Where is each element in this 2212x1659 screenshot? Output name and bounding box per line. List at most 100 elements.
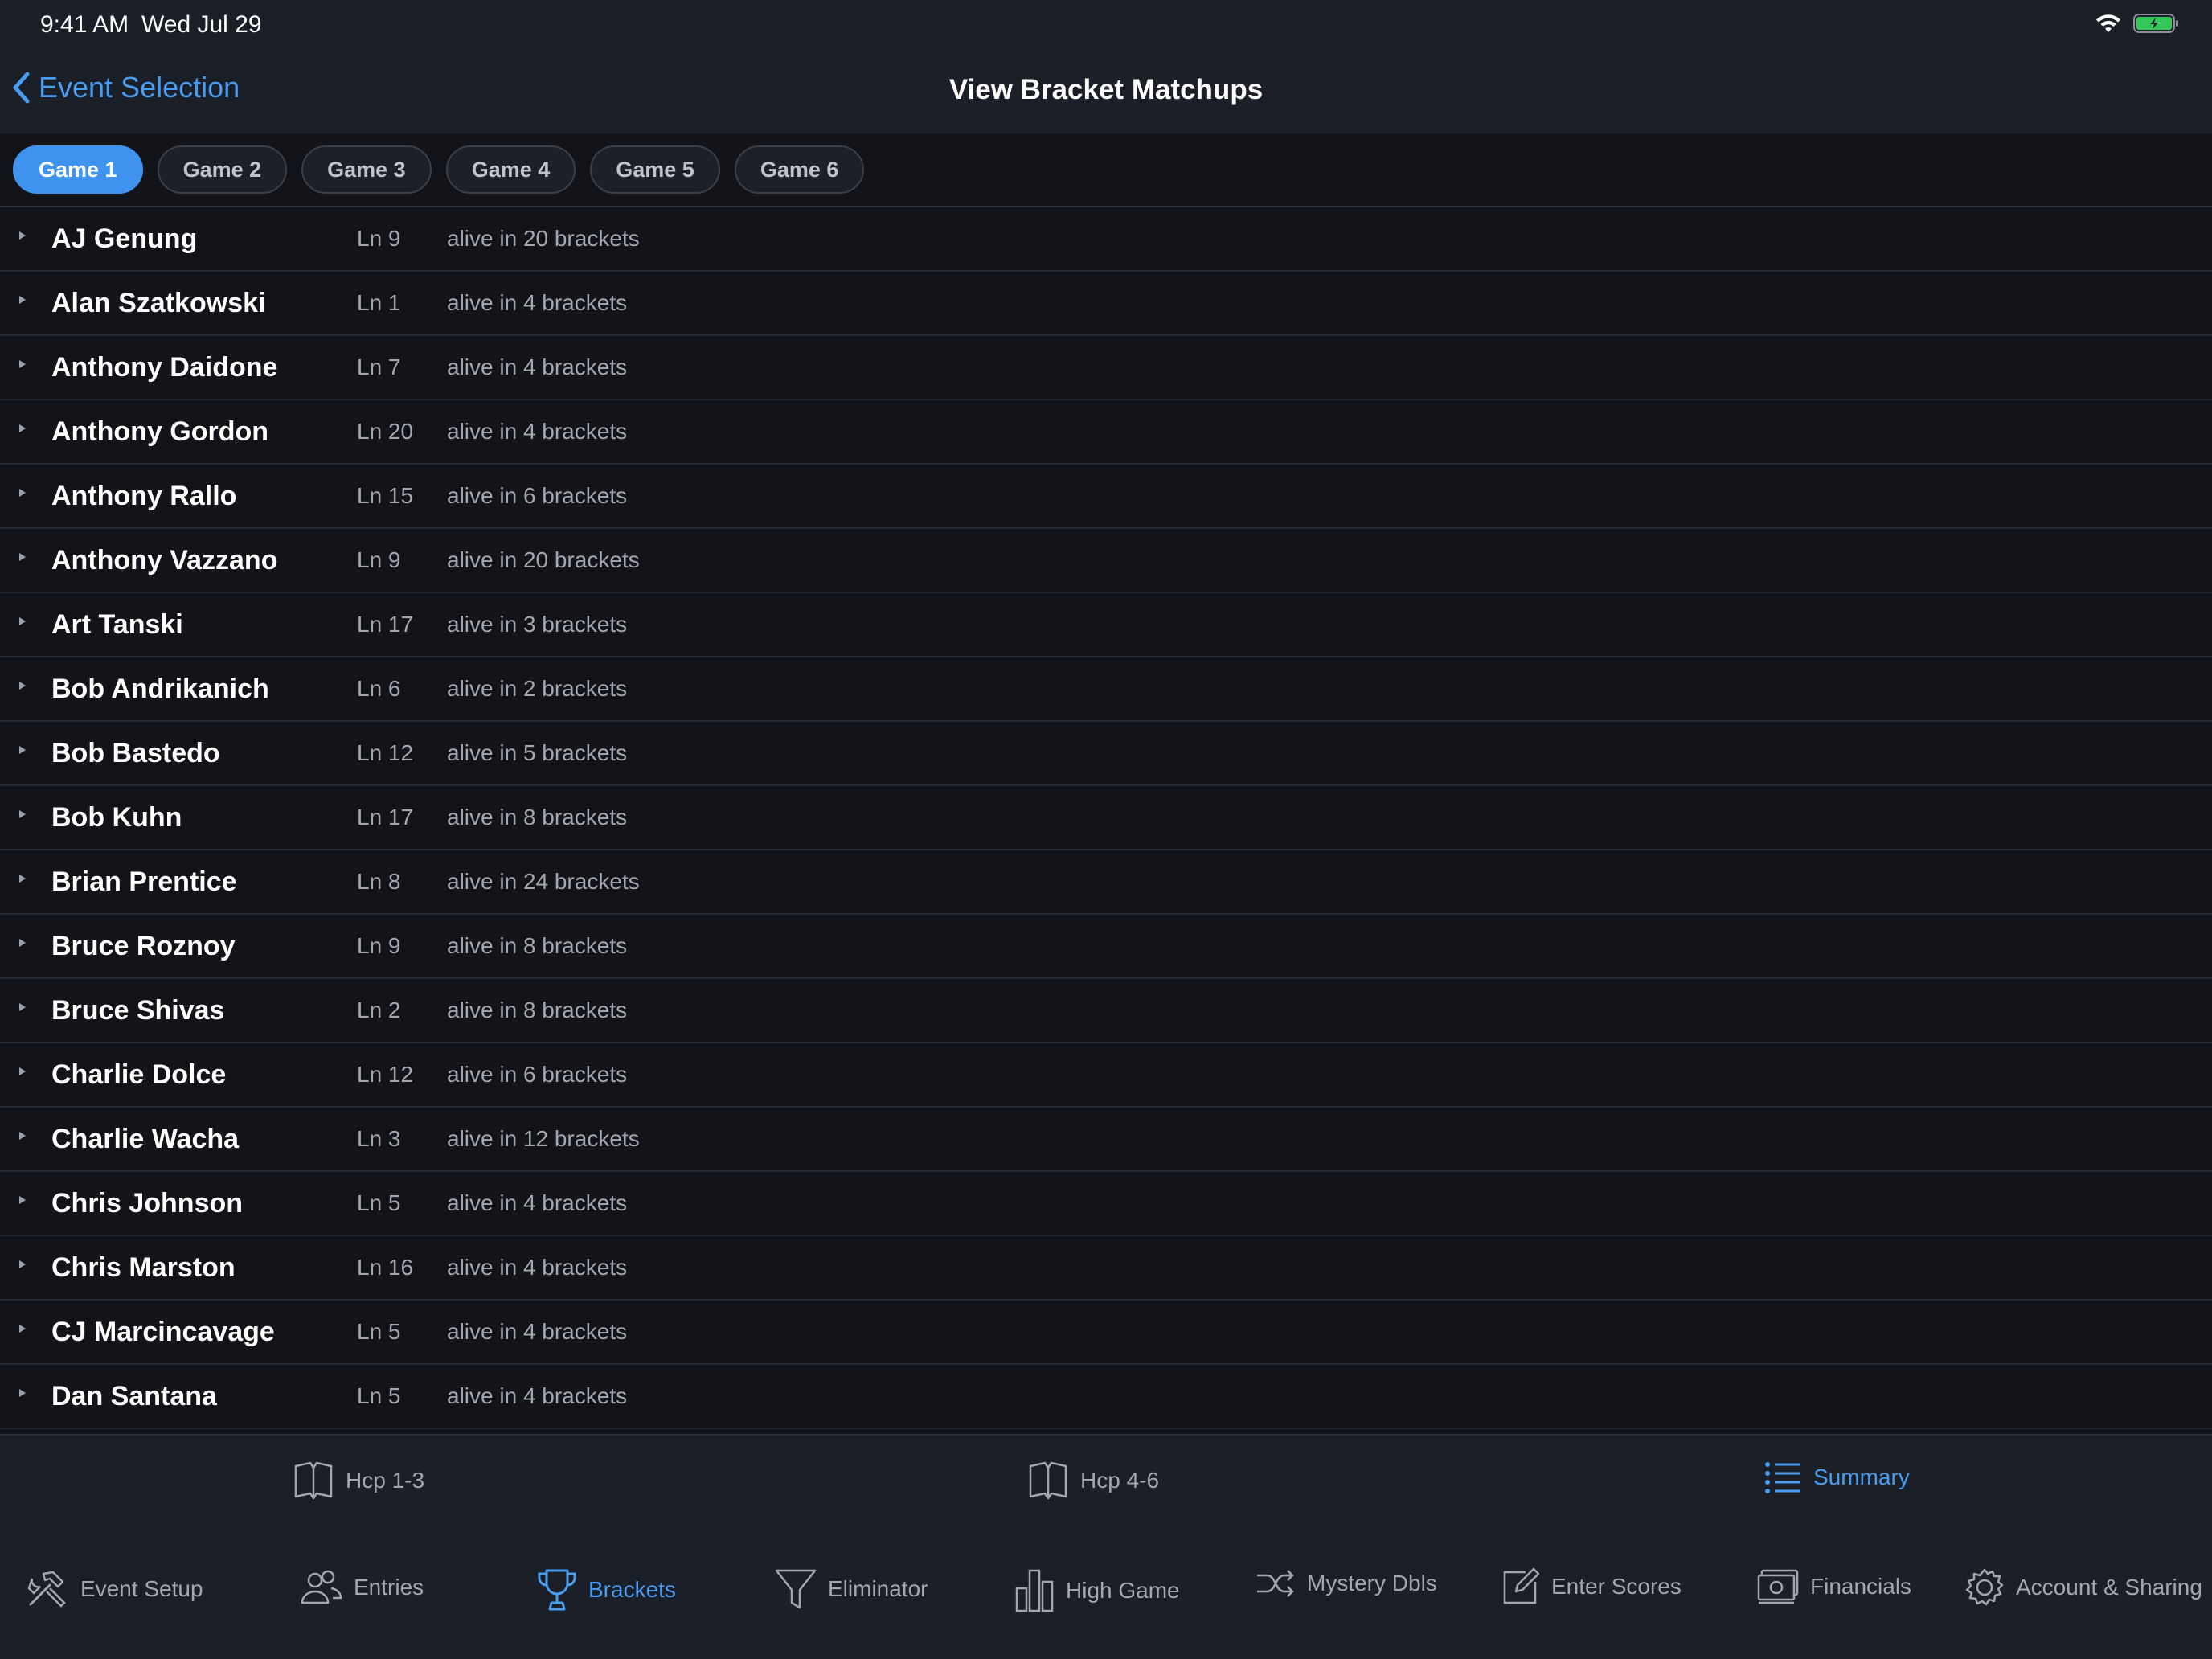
bowler-lane: Ln 3 xyxy=(357,1126,401,1151)
bowler-alive-count: alive in 6 brackets xyxy=(447,483,628,508)
bowler-list: AJ Genung Ln 9 alive in 20 brackets Alan S… xyxy=(0,207,2212,1434)
tab-entries[interactable]: Entries xyxy=(299,1567,424,1608)
bowler-alive-count: alive in 6 brackets xyxy=(447,1062,628,1087)
tab-brackets-label: Brackets xyxy=(588,1577,676,1602)
list-item[interactable]: Anthony Vazzano Ln 9 alive in 20 brackets xyxy=(0,529,2212,593)
bowler-name: Bob Andrikanich xyxy=(51,673,269,704)
list-item[interactable]: Bruce Roznoy Ln 9 alive in 8 brackets xyxy=(0,915,2212,979)
bowler-lane: Ln 16 xyxy=(357,1255,414,1280)
disclosure-triangle-icon[interactable] xyxy=(19,1389,26,1397)
disclosure-triangle-icon[interactable] xyxy=(19,1196,26,1204)
disclosure-triangle-icon[interactable] xyxy=(19,360,26,368)
bowler-alive-count: alive in 2 brackets xyxy=(447,676,628,701)
bowler-alive-count: alive in 8 brackets xyxy=(447,933,628,958)
list-item[interactable]: Chris Johnson Ln 5 alive in 4 brackets xyxy=(0,1172,2212,1236)
list-item[interactable]: Anthony Rallo Ln 15 alive in 6 brackets xyxy=(0,465,2212,529)
disclosure-triangle-icon[interactable] xyxy=(19,682,26,690)
bowler-name: Alan Szatkowski xyxy=(51,287,266,318)
list-item[interactable]: Charlie Wacha Ln 3 alive in 12 brackets xyxy=(0,1108,2212,1172)
bowler-alive-count: alive in 4 brackets xyxy=(447,354,628,379)
bowler-lane: Ln 5 xyxy=(357,1319,401,1344)
tab-game-5[interactable]: Game 5 xyxy=(590,145,720,194)
disclosure-triangle-icon[interactable] xyxy=(19,424,26,432)
bowler-name: Chris Marston xyxy=(51,1251,236,1283)
status-indicators xyxy=(2095,13,2180,34)
status-bar: 9:41 AM Wed Jul 29 xyxy=(0,0,2212,51)
bowler-lane: Ln 7 xyxy=(357,354,401,379)
bowler-alive-count: alive in 20 brackets xyxy=(447,226,640,251)
tab-financials[interactable]: Financials xyxy=(1757,1567,1911,1606)
disclosure-triangle-icon[interactable] xyxy=(19,1260,26,1268)
tab-game-6[interactable]: Game 6 xyxy=(734,145,865,194)
tab-game-1[interactable]: Game 1 xyxy=(13,145,143,194)
summary-button[interactable]: Summary xyxy=(1763,1460,1910,1495)
disclosure-triangle-icon[interactable] xyxy=(19,1003,26,1011)
bowler-lane: Ln 15 xyxy=(357,483,414,508)
bowler-lane: Ln 17 xyxy=(357,612,414,637)
book-icon xyxy=(1027,1460,1069,1501)
hcp-1-3-button[interactable]: Hcp 1-3 xyxy=(293,1460,424,1501)
bowler-lane: Ln 5 xyxy=(357,1190,401,1215)
list-item[interactable]: Charlie Dolce Ln 12 alive in 6 brackets xyxy=(0,1043,2212,1108)
disclosure-triangle-icon[interactable] xyxy=(19,553,26,561)
list-item[interactable]: AJ Genung Ln 9 alive in 20 brackets xyxy=(0,207,2212,272)
tab-brackets[interactable]: Brackets xyxy=(537,1567,676,1612)
bowler-alive-count: alive in 8 brackets xyxy=(447,997,628,1022)
disclosure-triangle-icon[interactable] xyxy=(19,939,26,947)
tab-account-sharing-label: Account & Sharing xyxy=(2016,1575,2202,1600)
disclosure-triangle-icon[interactable] xyxy=(19,231,26,240)
bowler-alive-count: alive in 24 brackets xyxy=(447,869,640,894)
bowler-alive-count: alive in 4 brackets xyxy=(447,419,628,444)
tab-mystery-dbls[interactable]: Mystery Dbls xyxy=(1256,1567,1437,1600)
disclosure-triangle-icon[interactable] xyxy=(19,617,26,625)
bowler-lane: Ln 6 xyxy=(357,676,401,701)
list-item[interactable]: CJ Marcincavage Ln 5 alive in 4 brackets xyxy=(0,1301,2212,1365)
bowler-name: Anthony Rallo xyxy=(51,480,237,511)
tab-game-2[interactable]: Game 2 xyxy=(157,145,288,194)
bowler-name: Art Tanski xyxy=(51,608,183,640)
list-item[interactable]: Dan Santana Ln 5 alive in 4 brackets xyxy=(0,1365,2212,1429)
list-item[interactable]: Art Tanski Ln 17 alive in 3 brackets xyxy=(0,593,2212,657)
tab-enter-scores[interactable]: Enter Scores xyxy=(1501,1567,1682,1606)
list-item[interactable]: Alan Szatkowski Ln 1 alive in 4 brackets xyxy=(0,272,2212,336)
disclosure-triangle-icon[interactable] xyxy=(19,1325,26,1333)
list-item[interactable]: Anthony Daidone Ln 7 alive in 4 brackets xyxy=(0,336,2212,400)
page-title: View Bracket Matchups xyxy=(948,74,1264,105)
list-item[interactable]: Bruce Shivas Ln 2 alive in 8 brackets xyxy=(0,979,2212,1043)
list-item[interactable]: Bob Kuhn Ln 17 alive in 8 brackets xyxy=(0,786,2212,850)
tab-game-3[interactable]: Game 3 xyxy=(301,145,432,194)
bowler-lane: Ln 9 xyxy=(357,933,401,958)
bowler-name: CJ Marcincavage xyxy=(51,1316,275,1347)
money-icon xyxy=(1757,1567,1799,1606)
disclosure-triangle-icon[interactable] xyxy=(19,810,26,818)
tab-eliminator[interactable]: Eliminator xyxy=(775,1567,928,1611)
list-icon xyxy=(1763,1460,1802,1495)
bowler-lane: Ln 9 xyxy=(357,226,401,251)
disclosure-triangle-icon[interactable] xyxy=(19,1067,26,1075)
main-tab-bar: Event Setup Entries Brackets Eliminator … xyxy=(0,1545,2212,1659)
shuffle-icon xyxy=(1256,1567,1296,1600)
tab-high-game[interactable]: High Game xyxy=(1014,1567,1180,1614)
hcp-4-6-label: Hcp 4-6 xyxy=(1080,1468,1160,1493)
tab-event-setup[interactable]: Event Setup xyxy=(26,1567,203,1611)
bowler-lane: Ln 12 xyxy=(357,740,414,765)
tools-icon xyxy=(26,1567,69,1611)
tab-enter-scores-label: Enter Scores xyxy=(1551,1574,1682,1599)
bowler-name: Bruce Roznoy xyxy=(51,930,236,961)
disclosure-triangle-icon[interactable] xyxy=(19,489,26,497)
disclosure-triangle-icon[interactable] xyxy=(19,1132,26,1140)
list-item[interactable]: Anthony Gordon Ln 20 alive in 4 brackets xyxy=(0,400,2212,465)
disclosure-triangle-icon[interactable] xyxy=(19,296,26,304)
bowler-name: AJ Genung xyxy=(51,223,198,254)
disclosure-triangle-icon[interactable] xyxy=(19,746,26,754)
list-item[interactable]: Chris Marston Ln 16 alive in 4 brackets xyxy=(0,1236,2212,1301)
list-item[interactable]: Bob Bastedo Ln 12 alive in 5 brackets xyxy=(0,722,2212,786)
disclosure-triangle-icon[interactable] xyxy=(19,875,26,883)
bowler-alive-count: alive in 4 brackets xyxy=(447,1255,628,1280)
list-item[interactable]: Brian Prentice Ln 8 alive in 24 brackets xyxy=(0,850,2212,915)
tab-account-sharing[interactable]: Account & Sharing xyxy=(1964,1567,2202,1608)
tab-game-4[interactable]: Game 4 xyxy=(445,145,576,194)
bowler-lane: Ln 8 xyxy=(357,869,401,894)
hcp-4-6-button[interactable]: Hcp 4-6 xyxy=(1027,1460,1159,1501)
list-item[interactable]: Bob Andrikanich Ln 6 alive in 2 brackets xyxy=(0,657,2212,722)
